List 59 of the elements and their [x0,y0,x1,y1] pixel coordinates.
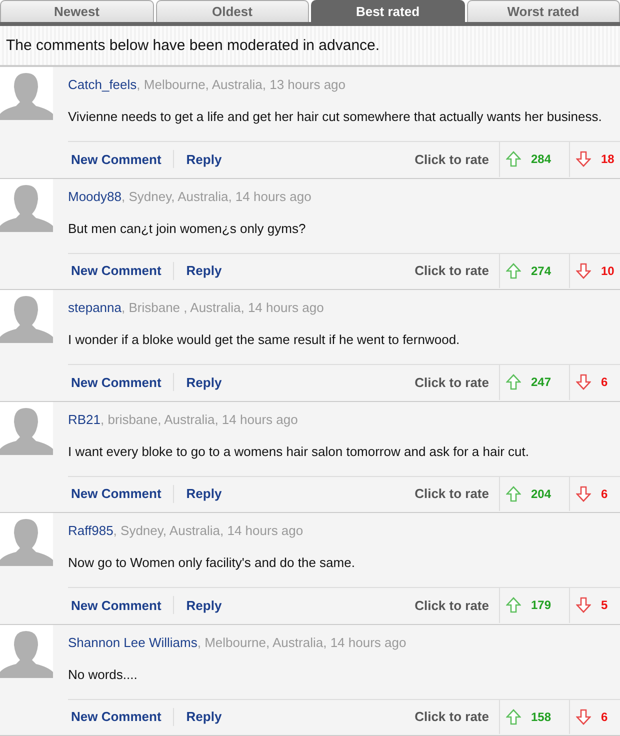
down-arrow-icon[interactable] [576,374,591,390]
comment-meta: , Sydney, Australia, 14 hours ago [121,188,312,204]
comment-meta: , Sydney, Australia, 14 hours ago [113,523,304,538]
comment-text: Now go to Women only facility's and do the same. [68,555,356,572]
reply-link[interactable]: Reply [183,486,234,501]
downvote-count: 6 [601,375,608,389]
down-arrow-icon[interactable] [576,486,591,502]
comment-meta: , brisbane, Australia, 14 hours ago [100,412,298,426]
sort-tab[interactable]: Worst rated [466,0,620,22]
rate-label: Click to rate [414,598,490,612]
rate-label: Click to rate [414,374,490,390]
new-comment-link[interactable]: New Comment [68,374,174,390]
new-comment-link[interactable]: New Comment [68,152,174,166]
reply-link[interactable]: Reply [183,598,234,612]
reply-link[interactable]: Reply [183,263,234,278]
moderation-notice: The comments below have been moderated in advance. [0,26,620,67]
downvote-count: 10 [601,264,614,278]
new-comment-link[interactable]: New Comment [68,709,174,724]
comment-meta: , Melbourne, Australia, 13 hours ago [136,77,346,92]
comment-text: I want every bloke to go to a womens hair salon tomorrow and ask for a hair cut. [68,444,530,461]
upvote-count: 284 [531,152,552,166]
down-arrow-icon[interactable] [576,708,591,724]
downvote-count: 6 [601,486,608,500]
down-arrow-icon[interactable] [576,262,591,278]
rate-label: Click to rate [414,263,490,278]
comment-meta: , Melbourne, Australia, 14 hours ago [197,634,406,650]
username-link[interactable]: stepanna [68,300,122,315]
reply-link[interactable]: Reply [183,152,234,166]
sort-tab[interactable]: Oldest [156,0,309,22]
comment-meta: , Brisbane , Australia, 14 hours ago [122,300,324,315]
username-link[interactable]: Shannon Lee Williams [68,634,198,650]
username-link[interactable]: RB21 [68,412,101,426]
reply-link[interactable]: Reply [183,709,234,724]
rate-label: Click to rate [414,152,490,166]
username-link[interactable]: Raff985 [68,523,114,538]
new-comment-link[interactable]: New Comment [68,486,174,501]
rate-label: Click to rate [414,486,490,501]
new-comment-link[interactable]: New Comment [68,598,174,612]
upvote-count: 204 [531,486,552,500]
username-link[interactable]: Catch_feels [68,77,137,92]
downvote-count: 18 [601,152,614,166]
new-comment-link[interactable]: New Comment [68,263,174,278]
rate-label: Click to rate [414,709,490,724]
comment-text: But men can¿t join women¿s only gyms? [68,220,307,238]
reply-link[interactable]: Reply [183,374,234,390]
sort-tab[interactable]: Best rated [311,0,464,22]
downvote-count: 5 [601,598,608,612]
comment-text: No words.... [68,666,138,684]
upvote-count: 247 [531,375,552,389]
upvote-count: 274 [531,264,552,278]
down-arrow-icon[interactable] [576,597,591,613]
upvote-count: 179 [531,598,552,612]
sort-tab[interactable]: Newest [0,0,154,22]
comment-text: I wonder if a bloke would get the same result if he went to fernwood. [68,332,461,349]
downvote-count: 6 [601,710,608,724]
comment-text: Vivienne needs to get a life and get her hair cut somewhere that actually wants her business. [68,109,603,126]
upvote-count: 158 [531,710,552,724]
down-arrow-icon[interactable] [576,151,591,167]
username-link[interactable]: Moody88 [68,188,122,204]
